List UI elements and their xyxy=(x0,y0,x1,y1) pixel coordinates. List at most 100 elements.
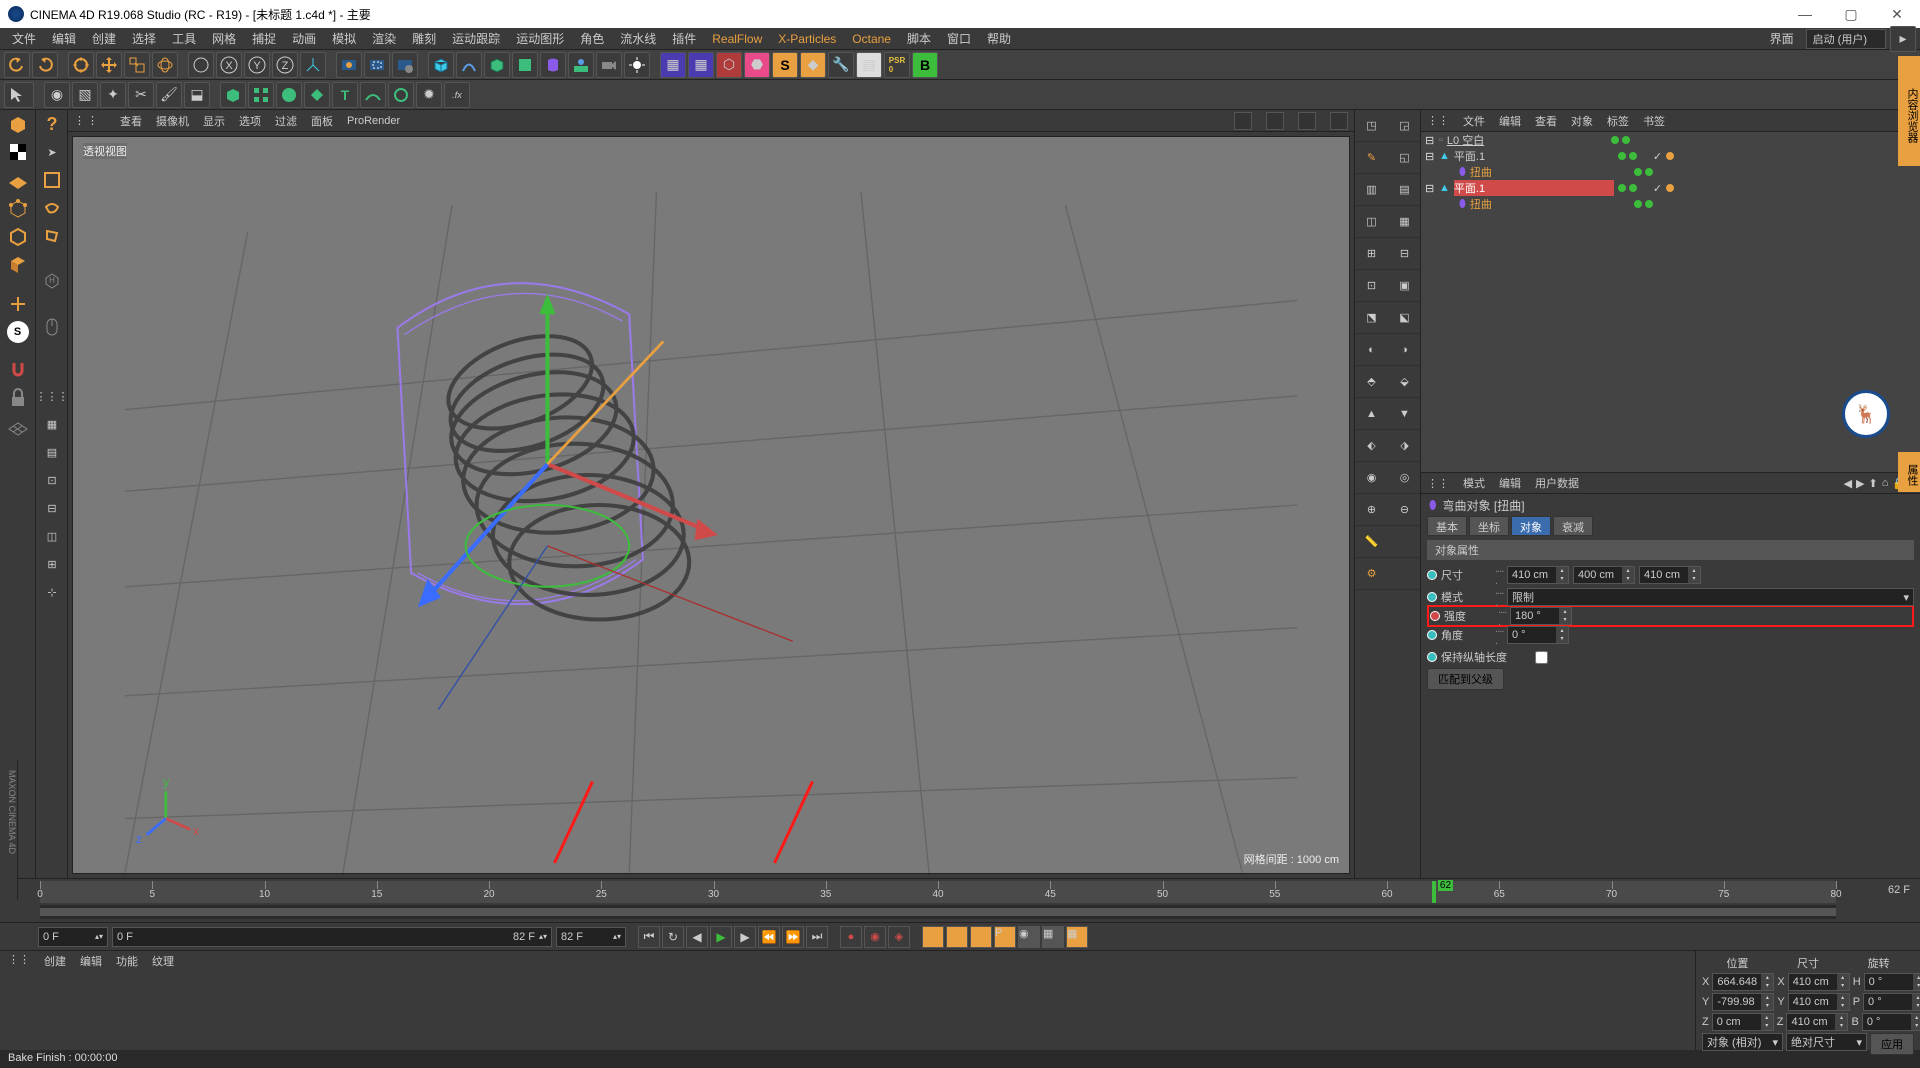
knife-icon[interactable]: ✂ xyxy=(128,82,154,108)
goto-end-icon[interactable]: ⏭ xyxy=(806,926,828,948)
brush-icon[interactable]: 🖌 xyxy=(156,82,182,108)
deformer-icon[interactable] xyxy=(540,52,566,78)
menu-plugins[interactable]: 插件 xyxy=(664,30,704,47)
size-y-input[interactable]: ▴▾ xyxy=(1788,993,1850,1011)
rtool-24-icon[interactable]: ⊕ xyxy=(1355,494,1388,526)
menu-select[interactable]: 选择 xyxy=(124,30,164,47)
plugin-sheet-icon[interactable]: ▤ xyxy=(856,52,882,78)
vp-menu-filter[interactable]: 过滤 xyxy=(275,113,297,129)
mat-grip-icon[interactable]: ⋮⋮ xyxy=(8,953,30,969)
subtab-object[interactable]: 对象 xyxy=(1511,516,1551,536)
rtool-22-icon[interactable]: ◉ xyxy=(1355,462,1388,494)
point-mode-icon[interactable] xyxy=(0,194,36,222)
vp-nav-4-icon[interactable] xyxy=(1330,112,1348,130)
autokey-icon[interactable]: ◉ xyxy=(864,926,886,948)
vp-menu-view[interactable]: 查看 xyxy=(120,113,142,129)
menu-tracker[interactable]: 运动跟踪 xyxy=(444,30,508,47)
select-tool-icon[interactable] xyxy=(68,52,94,78)
frame-end-input[interactable]: 82 F▴▾ xyxy=(556,927,626,947)
menu-script[interactable]: 脚本 xyxy=(899,30,939,47)
poly-select-icon[interactable] xyxy=(36,222,68,250)
environment-icon[interactable] xyxy=(568,52,594,78)
gradient-icon[interactable]: ▧ xyxy=(72,82,98,108)
pos-y-input[interactable]: ▴▾ xyxy=(1712,993,1774,1011)
record-icon[interactable]: ● xyxy=(840,926,862,948)
prev-frame-icon[interactable]: ◀ xyxy=(686,926,708,948)
minimize-button[interactable]: — xyxy=(1782,0,1828,28)
xpresso-3-icon[interactable]: ⬡ xyxy=(716,52,742,78)
tool-cursor-icon[interactable] xyxy=(4,82,34,108)
live-select-icon[interactable]: ◉ xyxy=(44,82,70,108)
obj-tab-tags[interactable]: 标签 xyxy=(1607,113,1629,129)
rtool-gear-icon[interactable]: ⚙ xyxy=(1355,558,1388,590)
lock-y-icon[interactable]: Y xyxy=(244,52,270,78)
obj-tab-bookmarks[interactable]: 书签 xyxy=(1643,113,1665,129)
maximize-button[interactable]: ▢ xyxy=(1828,0,1874,28)
vp-nav-3-icon[interactable] xyxy=(1298,112,1316,130)
attr-nav-back-icon[interactable]: ◀ xyxy=(1844,477,1852,490)
rtool-4-icon[interactable]: ▥ xyxy=(1355,174,1388,206)
menu-window[interactable]: 窗口 xyxy=(939,30,979,47)
snap-icon[interactable] xyxy=(0,356,36,384)
menu-sculpt[interactable]: 雕刻 xyxy=(404,30,444,47)
tree-row[interactable]: ⬮ 扭曲 xyxy=(1421,196,1920,212)
tree-row[interactable]: ⊟▲ 平面.1 ✓ xyxy=(1421,148,1920,164)
vp-menu-display[interactable]: 显示 xyxy=(203,113,225,129)
pos-z-input[interactable]: ▴▾ xyxy=(1712,1013,1774,1031)
strength-input[interactable]: ▴▾ xyxy=(1510,607,1572,625)
key-param-icon[interactable]: P xyxy=(994,926,1016,948)
attr-tab-userdata[interactable]: 用户数据 xyxy=(1535,475,1579,491)
rtool-15-icon[interactable]: ◑ xyxy=(1388,334,1421,366)
menu-mesh[interactable]: 网格 xyxy=(204,30,244,47)
lock-x-icon[interactable]: X xyxy=(216,52,242,78)
size-z-input[interactable]: ▴▾ xyxy=(1786,1013,1848,1031)
obj-grip-icon[interactable]: ⋮⋮ xyxy=(1427,114,1449,127)
mograph-fracture-icon[interactable] xyxy=(276,82,302,108)
attr-nav-home-icon[interactable]: ⌂ xyxy=(1882,477,1889,490)
fit-to-parent-button[interactable]: 匹配到父级 xyxy=(1427,668,1504,690)
xpresso-1-icon[interactable]: ▦ xyxy=(660,52,686,78)
menu-character[interactable]: 角色 xyxy=(572,30,612,47)
texture-mode-icon[interactable] xyxy=(0,138,36,166)
plugin-s-icon[interactable]: S xyxy=(772,52,798,78)
viewport-grip-icon[interactable]: ⋮⋮ xyxy=(74,114,100,127)
timeline-ruler[interactable]: 62 05101520253035404550556065707580 xyxy=(40,881,1836,903)
rtool-25-icon[interactable]: ⊖ xyxy=(1388,494,1421,526)
rtool-14-icon[interactable]: ◐ xyxy=(1355,334,1388,366)
nurbs-icon[interactable] xyxy=(484,52,510,78)
mograph-instance-icon[interactable] xyxy=(304,82,330,108)
menu-create[interactable]: 创建 xyxy=(84,30,124,47)
redo-icon[interactable] xyxy=(32,52,58,78)
render-settings-icon[interactable] xyxy=(392,52,418,78)
extrude-icon[interactable]: ⬓ xyxy=(184,82,210,108)
plugin-wrench-icon[interactable]: 🔧 xyxy=(828,52,854,78)
make-editable-icon[interactable]: H xyxy=(36,266,68,294)
vp-menu-options[interactable]: 选项 xyxy=(239,113,261,129)
edge-mode-icon[interactable] xyxy=(0,222,36,250)
size-x-input[interactable]: ▴▾ xyxy=(1507,566,1569,584)
mat-tab-create[interactable]: 创建 xyxy=(44,953,66,969)
menu-pipeline[interactable]: 流水线 xyxy=(612,30,664,47)
key-scale-icon[interactable] xyxy=(946,926,968,948)
rtool-13-icon[interactable]: ⬕ xyxy=(1388,302,1421,334)
poly-mode-icon[interactable] xyxy=(0,250,36,278)
viewport-solo-icon[interactable]: S xyxy=(7,321,29,343)
workplane-grid-icon[interactable] xyxy=(0,412,36,440)
rtool-ruler-icon[interactable]: 📏 xyxy=(1355,526,1388,558)
rtool-5-icon[interactable]: ▤ xyxy=(1388,174,1421,206)
rtool-16-icon[interactable]: ⬘ xyxy=(1355,366,1388,398)
psr-icon[interactable]: PSR0 xyxy=(884,52,910,78)
vp-menu-camera[interactable]: 摄像机 xyxy=(156,113,189,129)
rtool-12-icon[interactable]: ⬔ xyxy=(1355,302,1388,334)
workplane-icon[interactable] xyxy=(0,166,36,194)
key-rot-icon[interactable] xyxy=(970,926,992,948)
mat-tab-function[interactable]: 功能 xyxy=(116,953,138,969)
menu-mograph[interactable]: 运动图形 xyxy=(508,30,572,47)
rot-p-input[interactable]: ▴▾ xyxy=(1863,993,1920,1011)
rtool-21-icon[interactable]: ⬗ xyxy=(1388,430,1421,462)
pos-x-input[interactable]: ▴▾ xyxy=(1712,973,1774,991)
rtool-9-icon[interactable]: ⊟ xyxy=(1388,238,1421,270)
rtool-3-icon[interactable]: ◱ xyxy=(1388,142,1421,174)
layout-options-icon[interactable]: ▸ xyxy=(1890,26,1916,52)
wand-icon[interactable]: ✦ xyxy=(100,82,126,108)
